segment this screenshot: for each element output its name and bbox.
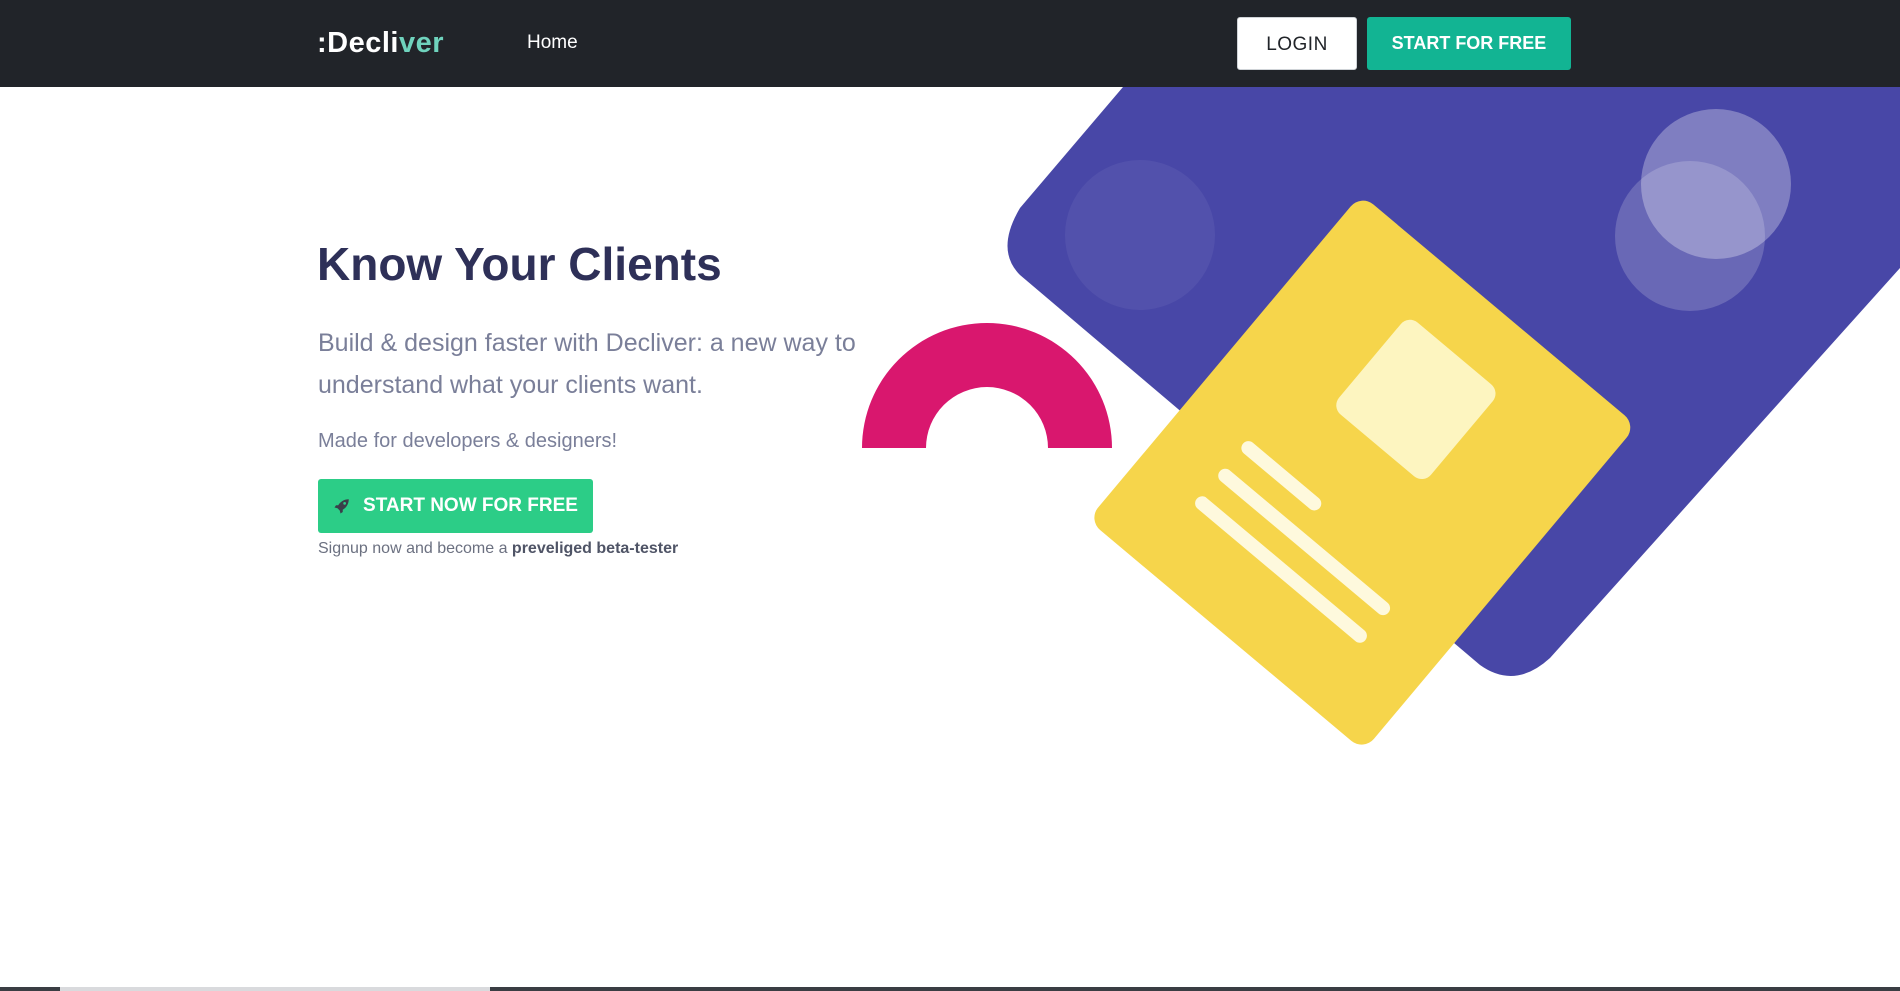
circle-shape — [1641, 109, 1791, 259]
start-now-button[interactable]: START NOW FOR FREE — [318, 479, 593, 533]
hero-audience-text: Made for developers & designers! — [318, 430, 618, 452]
hero-illustration — [862, 87, 1900, 745]
hero-subtitle: Build & design faster with Decliver: a n… — [318, 329, 856, 399]
signup-note: Signup now and become a preveliged beta-… — [318, 538, 678, 560]
signup-text: Signup now and become a — [318, 540, 512, 557]
rocket-icon — [334, 499, 349, 514]
hero-title: Know Your Clients — [317, 238, 722, 290]
pink-arc-shape — [862, 323, 1112, 448]
scroll-thumb[interactable] — [60, 987, 490, 991]
circle-shape — [1065, 160, 1215, 310]
bottom-scroll-strip — [0, 987, 1900, 991]
beta-tester-text: preveliged beta-tester — [511, 540, 679, 557]
cta-label: START NOW FOR FREE — [363, 495, 578, 516]
